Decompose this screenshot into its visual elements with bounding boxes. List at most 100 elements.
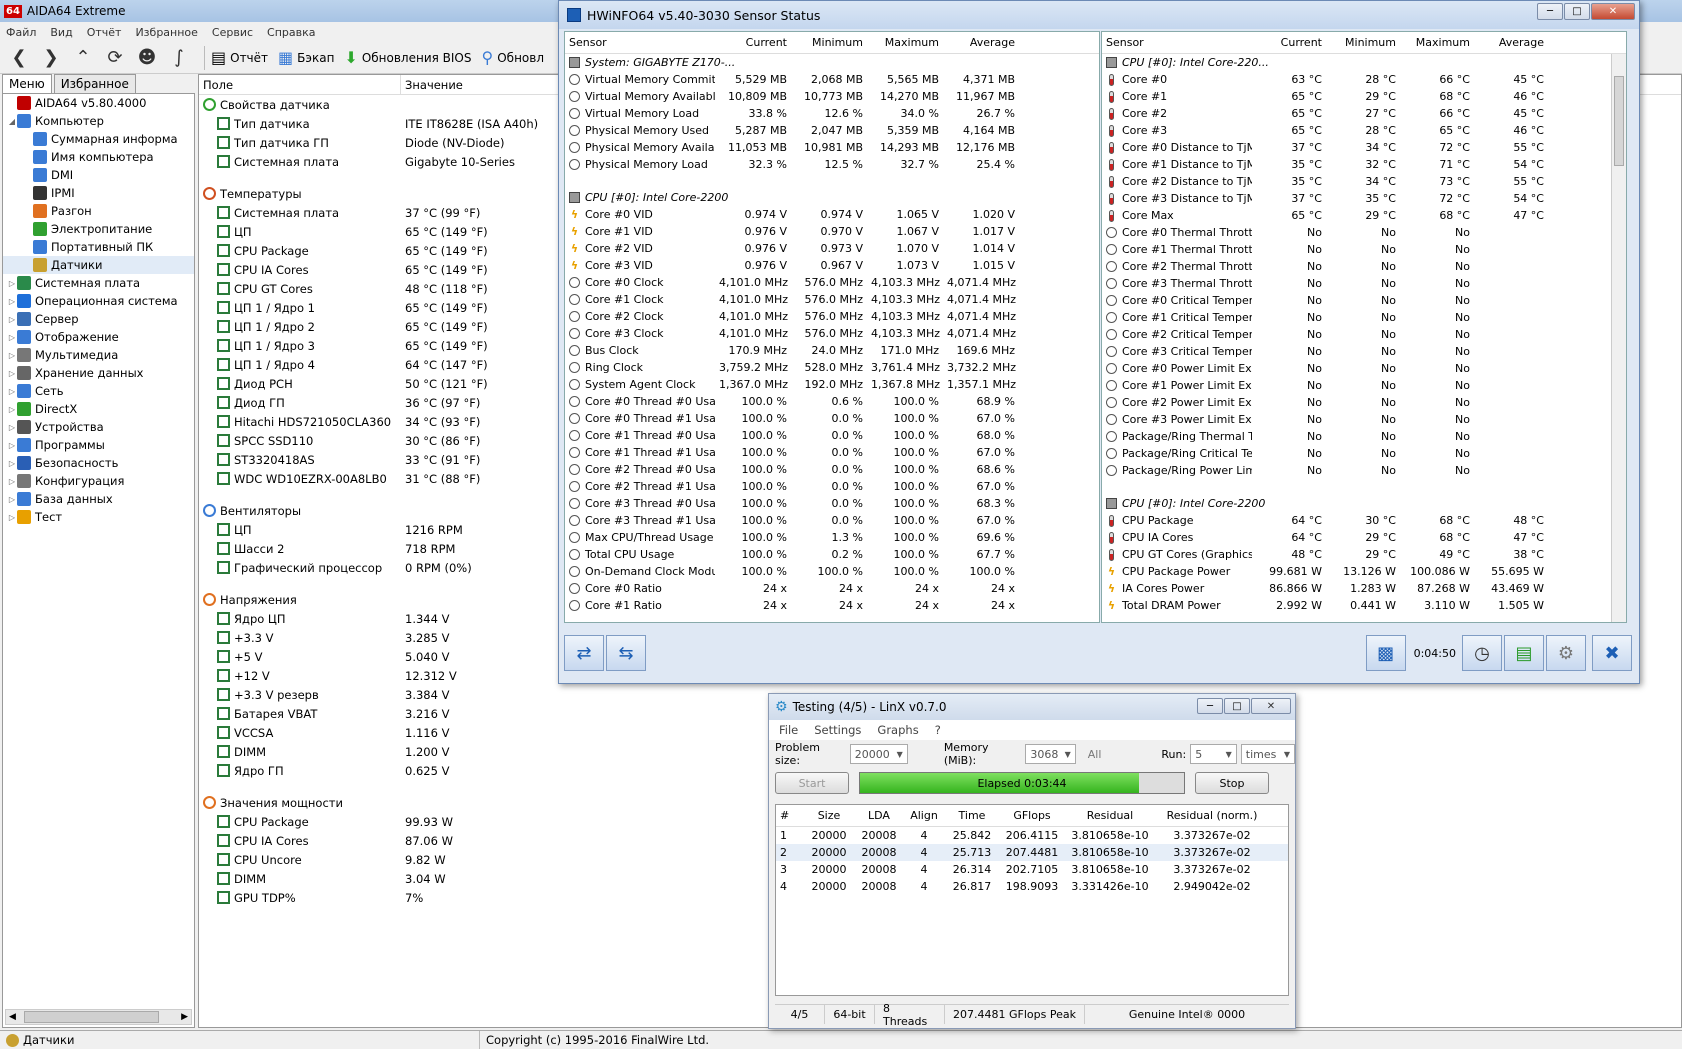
tree-item[interactable]: ▷ Безопасность xyxy=(3,454,194,472)
memory-all-checkbox[interactable]: All xyxy=(1088,748,1102,761)
tab-menu[interactable]: Меню xyxy=(2,74,52,93)
column-header-value[interactable]: Значение xyxy=(401,78,463,92)
start-button[interactable]: Start xyxy=(775,772,849,794)
tree-expander-icon[interactable]: ▷ xyxy=(7,495,17,504)
tree-item[interactable]: ▷ Операционная система xyxy=(3,292,194,310)
expand-columns-button[interactable]: ⇄ xyxy=(564,635,604,671)
user-icon[interactable]: ☻ xyxy=(134,45,160,71)
menu-view[interactable]: Вид xyxy=(50,26,72,39)
backup-button[interactable]: ▦ Бэкап xyxy=(278,48,334,67)
column-header[interactable]: LDA xyxy=(854,809,904,822)
tree-item[interactable]: ▷ Хранение данных xyxy=(3,364,194,382)
report-button[interactable]: ▤ Отчёт xyxy=(211,48,268,67)
tree-expander-icon[interactable]: ▷ xyxy=(7,423,17,432)
minimize-button[interactable]: ─ xyxy=(1197,698,1223,714)
sensor-row[interactable]: Core #1 Thread #1 Usage 100.0 % 0.0 % 100.0… xyxy=(565,444,1099,461)
tree-expander-icon[interactable]: ▷ xyxy=(7,333,17,342)
tree-item[interactable]: IPMI xyxy=(3,184,194,202)
column-header-field[interactable]: Поле xyxy=(199,75,401,94)
sensor-row[interactable]: Core #3 Power Limit Exce... No No No xyxy=(1102,411,1626,428)
sensor-row[interactable]: Core #1 Thermal Throttling No No No xyxy=(1102,241,1626,258)
sensor-row[interactable]: CPU IA Cores 64 °C 29 °C 68 °C 47 °C xyxy=(1102,529,1626,546)
refresh-icon[interactable]: ⟳ xyxy=(102,45,128,71)
sensor-row[interactable]: Core #1 Distance to TjMAX 35 °C 32 °C 71 °C… xyxy=(1102,156,1626,173)
menu-help[interactable]: ? xyxy=(935,723,941,737)
menu-favorites[interactable]: Избранное xyxy=(135,26,197,39)
scroll-right-icon[interactable]: ▶ xyxy=(181,1012,188,1022)
sensor-row[interactable]: Core #0 Power Limit Exce... No No No xyxy=(1102,360,1626,377)
sensor-row[interactable]: ϟ Total DRAM Power 2.992 W 0.441 W 3.110 W 1.… xyxy=(1102,597,1626,614)
column-header[interactable]: # xyxy=(776,809,804,822)
tree-item[interactable]: Имя компьютера xyxy=(3,148,194,166)
sensor-row[interactable]: Core #3 Clock 4,101.0 MHz 576.0 MHz 4,103.3… xyxy=(565,325,1099,342)
sensor-row[interactable]: Bus Clock 170.9 MHz 24.0 MHz 171.0 MHz 169.6… xyxy=(565,342,1099,359)
sensor-row[interactable]: Package/Ring Critical Tem... No No No xyxy=(1102,445,1626,462)
sensor-row[interactable]: Core #2 Clock 4,101.0 MHz 576.0 MHz 4,103.3… xyxy=(565,308,1099,325)
chart-icon[interactable]: ∫ xyxy=(166,45,192,71)
scroll-thumb[interactable] xyxy=(24,1011,159,1023)
sensor-row[interactable]: Core #1 65 °C 29 °C 68 °C 46 °C xyxy=(1102,88,1626,105)
tree-expander-icon[interactable]: ▷ xyxy=(7,459,17,468)
drivers-update-button[interactable]: ⚲ Обновл xyxy=(482,48,545,67)
sensor-row[interactable]: CPU GT Cores (Graphics) 48 °C 29 °C 49 °C 38… xyxy=(1102,546,1626,563)
maximize-button[interactable]: □ xyxy=(1224,698,1250,714)
collapse-columns-button[interactable]: ⇆ xyxy=(606,635,646,671)
sensor-row[interactable]: Core #3 65 °C 28 °C 65 °C 46 °C xyxy=(1102,122,1626,139)
exit-button[interactable]: ✖ xyxy=(1592,635,1632,671)
tree-expander-icon[interactable]: ▷ xyxy=(7,387,17,396)
sensor-row[interactable]: ϟ IA Cores Power 86.866 W 1.283 W 87.268 W 43… xyxy=(1102,580,1626,597)
maximize-button[interactable]: □ xyxy=(1564,3,1590,20)
sensor-row[interactable]: Physical Memory Load 32.3 % 12.5 % 32.7 % 25… xyxy=(565,156,1099,173)
sensor-row[interactable]: Physical Memory Available 11,053 MB 10,981… xyxy=(565,139,1099,156)
tree-item[interactable]: ▷ Отображение xyxy=(3,328,194,346)
sensor-row[interactable]: Core #0 Ratio 24 x 24 x 24 x 24 x xyxy=(565,580,1099,597)
sensor-row[interactable]: Virtual Memory Commited 5,529 MB 2,068 MB 5… xyxy=(565,71,1099,88)
run-count-select[interactable]: 5 ▼ xyxy=(1190,744,1237,764)
tree-item[interactable]: ▷ DirectX xyxy=(3,400,194,418)
tree-expander-icon[interactable]: ▷ xyxy=(7,279,17,288)
sensor-row[interactable]: Core #1 Thread #0 Usage 100.0 % 0.0 % 100.0… xyxy=(565,427,1099,444)
column-header[interactable]: Residual (norm.) xyxy=(1156,809,1268,822)
sensor-row[interactable]: Core #2 Thread #0 Usage 100.0 % 0.0 % 100.0… xyxy=(565,461,1099,478)
sensor-row[interactable]: Core #0 Distance to TjMAX 37 °C 34 °C 72 °C… xyxy=(1102,139,1626,156)
sensor-row[interactable]: Core #3 Critical Tempera... No No No xyxy=(1102,343,1626,360)
sensor-row[interactable]: ϟ Core #2 VID 0.976 V 0.973 V 1.070 V 1.014 V xyxy=(565,240,1099,257)
tree-item[interactable]: ▷ Тест xyxy=(3,508,194,526)
sensor-row[interactable]: Core #2 Power Limit Exce... No No No xyxy=(1102,394,1626,411)
col-current[interactable]: Current xyxy=(1252,36,1326,49)
menu-report[interactable]: Отчёт xyxy=(87,26,122,39)
tree-expander-icon[interactable]: ▷ xyxy=(7,513,17,522)
table-row[interactable]: 3 20000 20008 4 26.314 202.7105 3.810658e-10 3.… xyxy=(776,861,1288,878)
tree-item[interactable]: ▷ Сеть xyxy=(3,382,194,400)
tree-item[interactable]: ▷ Программы xyxy=(3,436,194,454)
sensor-row[interactable]: Core #0 Clock 4,101.0 MHz 576.0 MHz 4,103.3… xyxy=(565,274,1099,291)
menu-help[interactable]: Справка xyxy=(267,26,315,39)
memory-select[interactable]: 3068 ▼ xyxy=(1025,744,1076,764)
sensor-row[interactable]: Virtual Memory Load 33.8 % 12.6 % 34.0 % 26.… xyxy=(565,105,1099,122)
table-row[interactable]: 2 20000 20008 4 25.713 207.4481 3.810658e-10 3.… xyxy=(776,844,1288,861)
reset-clock-button[interactable]: ◷ xyxy=(1462,635,1502,671)
sensor-group-header[interactable]: CPU [#0]: Intel Core-2200 xyxy=(565,189,1099,206)
tree-item[interactable]: ▷ Мультимедиа xyxy=(3,346,194,364)
column-header[interactable]: Size xyxy=(804,809,854,822)
sensor-row[interactable]: Core #2 Distance to TjMAX 35 °C 34 °C 73 °C… xyxy=(1102,173,1626,190)
forward-arrow-icon[interactable]: ❯ xyxy=(38,45,64,71)
sensor-group-header[interactable]: System: GIGABYTE Z170-... xyxy=(565,54,1099,71)
table-row[interactable]: 4 20000 20008 4 26.817 198.9093 3.331426e-10 2.… xyxy=(776,878,1288,895)
sensor-row[interactable]: Total CPU Usage 100.0 % 0.2 % 100.0 % 67.7 % xyxy=(565,546,1099,563)
column-header[interactable]: Residual xyxy=(1064,809,1156,822)
sensor-row[interactable]: Core #0 Thread #0 Usage 100.0 % 0.6 % 100.0… xyxy=(565,393,1099,410)
scroll-left-icon[interactable]: ◀ xyxy=(9,1012,16,1022)
column-header[interactable]: GFlops xyxy=(1000,809,1064,822)
col-current[interactable]: Current xyxy=(715,36,791,49)
tree-item[interactable]: ▷ База данных xyxy=(3,490,194,508)
hwinfo-vertical-scrollbar[interactable] xyxy=(1611,54,1626,622)
menu-graphs[interactable]: Graphs xyxy=(877,723,918,737)
sensor-row[interactable]: Core #1 Power Limit Exce... No No No xyxy=(1102,377,1626,394)
sensor-group-header[interactable]: CPU [#0]: Intel Core-220... xyxy=(1102,54,1626,71)
tree-expander-icon[interactable]: ▷ xyxy=(7,477,17,486)
menu-file[interactable]: File xyxy=(779,723,798,737)
tree-item[interactable]: Суммарная информа xyxy=(3,130,194,148)
sensor-row[interactable]: Physical Memory Used 5,287 MB 2,047 MB 5,35… xyxy=(565,122,1099,139)
tree-expander-icon[interactable]: ◢ xyxy=(7,117,17,126)
